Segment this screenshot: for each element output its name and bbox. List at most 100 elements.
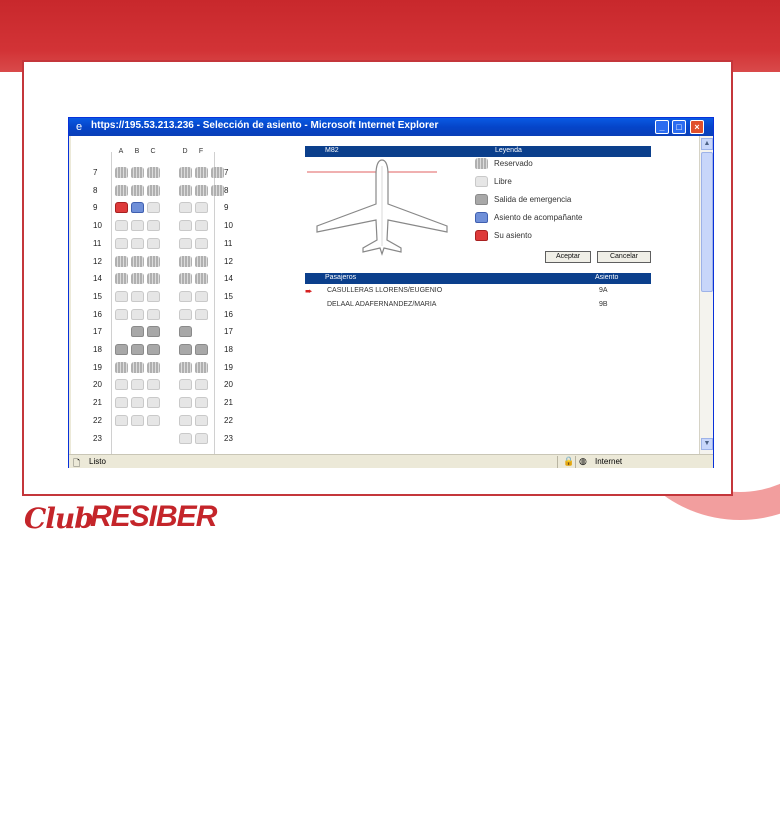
passenger-row[interactable]: ➨ CASULLERAS LLORENS/EUGENIO 9A xyxy=(305,286,651,298)
logo-club-text: Club xyxy=(24,502,94,535)
legend-label: Asiento de acompañante xyxy=(494,213,583,222)
seat xyxy=(195,273,208,284)
lock-icon: 🔒 xyxy=(563,456,575,466)
seat-icon xyxy=(475,194,488,205)
seat[interactable] xyxy=(179,309,192,320)
seat[interactable] xyxy=(179,415,192,426)
seat[interactable] xyxy=(195,397,208,408)
row-number: 11 xyxy=(93,239,102,248)
legend-label: Libre xyxy=(494,177,512,186)
seat[interactable] xyxy=(131,238,144,249)
seat[interactable] xyxy=(179,397,192,408)
seat[interactable] xyxy=(179,291,192,302)
seat[interactable] xyxy=(115,397,128,408)
row-number: 14 xyxy=(93,274,102,283)
passenger-row[interactable]: DELAAL ADAFERNANDEZ/MARIA 9B xyxy=(305,300,651,312)
title-bar[interactable]: e https://195.53.213.236 - Selección de … xyxy=(69,118,713,136)
close-button[interactable]: × xyxy=(690,120,704,134)
seat[interactable] xyxy=(131,220,144,231)
row-number: 16 xyxy=(224,310,233,319)
seat[interactable] xyxy=(179,220,192,231)
seat xyxy=(179,273,192,284)
seat[interactable] xyxy=(195,309,208,320)
minimize-button[interactable]: _ xyxy=(655,120,669,134)
seat-icon xyxy=(475,230,488,241)
seat[interactable] xyxy=(115,415,128,426)
scroll-down-arrow-icon[interactable]: ▼ xyxy=(701,438,713,450)
seat[interactable] xyxy=(147,291,160,302)
seat[interactable] xyxy=(195,202,208,213)
status-text: Listo xyxy=(89,457,106,466)
seat[interactable] xyxy=(131,415,144,426)
cancel-button[interactable]: Cancelar xyxy=(597,251,651,263)
row-number: 11 xyxy=(224,239,233,248)
seat[interactable] xyxy=(179,238,192,249)
seat[interactable] xyxy=(195,291,208,302)
accept-button[interactable]: Aceptar xyxy=(545,251,591,263)
seat[interactable] xyxy=(115,309,128,320)
seat xyxy=(147,344,160,355)
logo-resiber-text: RESIBER xyxy=(90,500,217,533)
seat[interactable] xyxy=(115,220,128,231)
seat[interactable] xyxy=(147,220,160,231)
seat-icon xyxy=(475,158,488,169)
globe-icon: ◍ xyxy=(579,456,587,466)
seat[interactable] xyxy=(195,220,208,231)
seat xyxy=(195,256,208,267)
club-resiber-logo: Club RESIBER xyxy=(22,498,262,538)
seat xyxy=(131,344,144,355)
passengers-col-name: Pasajeros xyxy=(325,274,357,281)
legend-item: Asiento de acompañante xyxy=(475,212,583,224)
seat[interactable] xyxy=(115,379,128,390)
row-number: 17 xyxy=(93,327,102,336)
seat[interactable] xyxy=(147,309,160,320)
seat[interactable] xyxy=(147,397,160,408)
row-number: 23 xyxy=(224,434,233,443)
row-number: 7 xyxy=(224,168,229,177)
seat[interactable] xyxy=(131,291,144,302)
ie-logo-icon: e xyxy=(75,121,83,133)
seat[interactable] xyxy=(195,379,208,390)
window-title: https://195.53.213.236 - Selección de as… xyxy=(91,120,439,131)
seat[interactable] xyxy=(115,238,128,249)
seat[interactable] xyxy=(131,309,144,320)
row-number: 19 xyxy=(224,363,233,372)
seat[interactable] xyxy=(147,238,160,249)
passenger-name: CASULLERAS LLORENS/EUGENIO xyxy=(327,287,443,294)
seat[interactable] xyxy=(147,379,160,390)
legend-item: Libre xyxy=(475,176,512,188)
vertical-scrollbar[interactable]: ▲ ▼ xyxy=(699,136,713,454)
seat[interactable] xyxy=(195,238,208,249)
passengers-col-seat: Asiento xyxy=(595,274,619,281)
maximize-button[interactable]: □ xyxy=(672,120,686,134)
row-number: 10 xyxy=(224,221,233,230)
row-number: 16 xyxy=(93,310,102,319)
seat-icon xyxy=(475,212,488,223)
passengers-header: Pasajeros Asiento xyxy=(305,273,651,284)
passenger-seat: 9A xyxy=(599,287,608,294)
column-letter-b: B xyxy=(134,148,140,155)
seat[interactable] xyxy=(179,202,192,213)
scroll-thumb[interactable] xyxy=(701,152,713,292)
seat xyxy=(211,167,224,178)
seat xyxy=(131,362,144,373)
current-passenger-arrow-icon: ➨ xyxy=(305,286,313,296)
seat[interactable] xyxy=(131,379,144,390)
browser-window: e https://195.53.213.236 - Selección de … xyxy=(68,117,714,468)
seat[interactable] xyxy=(195,433,208,444)
seat[interactable] xyxy=(115,291,128,302)
seat xyxy=(131,256,144,267)
seat[interactable] xyxy=(195,415,208,426)
seat[interactable] xyxy=(179,433,192,444)
seat xyxy=(147,167,160,178)
seat xyxy=(115,344,128,355)
seat[interactable] xyxy=(147,415,160,426)
seat[interactable] xyxy=(179,379,192,390)
seat[interactable] xyxy=(147,202,160,213)
row-number: 19 xyxy=(93,363,102,372)
scroll-up-arrow-icon[interactable]: ▲ xyxy=(701,138,713,150)
column-letter-a: A xyxy=(118,148,124,155)
seat xyxy=(147,185,160,196)
seat[interactable] xyxy=(131,397,144,408)
seat xyxy=(147,326,160,337)
